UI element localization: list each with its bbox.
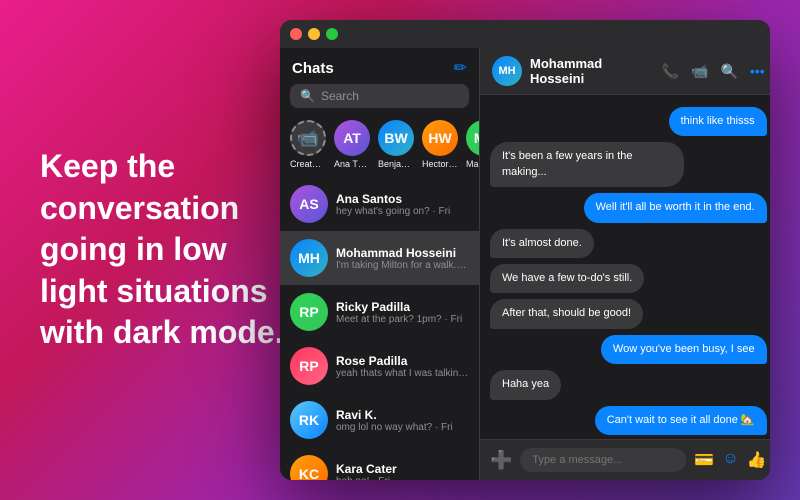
- chat-avatar-ricky: RP: [290, 293, 328, 331]
- chat-info-ricky: Ricky Padilla Meet at the park? 1pm? · F…: [336, 300, 469, 325]
- minimize-button[interactable]: [308, 28, 320, 40]
- chat-item-mohammad[interactable]: MH Mohammad Hosseini I'm taking Milton f…: [280, 231, 479, 285]
- chat-name-ricky: Ricky Padilla: [336, 300, 469, 314]
- message-7: Wow you've been busy, I see: [601, 335, 767, 364]
- story-label-hector: Hector Wilson: [422, 159, 458, 169]
- main-content: Chats ✏ 🔍 Search 📹 Create Room AT Ana T: [280, 48, 770, 480]
- create-room-avatar: 📹: [290, 120, 326, 156]
- chat-preview-kara: heh no! · Fri: [336, 476, 469, 481]
- compose-icon[interactable]: ✏: [454, 58, 467, 78]
- chat-header-actions: 📞 📹 🔍 •••: [662, 63, 765, 80]
- stories-row: 📹 Create Room AT Ana Thomas BW Benjamin …: [280, 116, 479, 177]
- chat-item-rose[interactable]: RP Rose Padilla yeah thats what I was ta…: [280, 339, 479, 393]
- story-avatar-hector: HW: [422, 120, 458, 156]
- story-hector[interactable]: HW Hector Wilson: [422, 120, 458, 169]
- video-icon: 📹: [297, 128, 319, 149]
- input-right-icons: 💳 ☺ 👍: [694, 450, 766, 470]
- more-options-icon[interactable]: •••: [750, 63, 765, 79]
- chat-item-ravi[interactable]: RK Ravi K. omg lol no way what? · Fri: [280, 393, 479, 447]
- emoji-icon[interactable]: ☺: [722, 450, 738, 470]
- message-2: It's been a few years in the making...: [490, 142, 684, 187]
- message-1: think like thisss: [669, 107, 767, 136]
- story-create-room[interactable]: 📹 Create Room: [290, 120, 326, 169]
- sidebar-title: Chats: [292, 60, 334, 77]
- contact-name: Mohammad Hosseini: [530, 56, 654, 86]
- sidebar-header: Chats ✏: [280, 48, 479, 84]
- story-label-ana: Ana Thomas: [334, 159, 370, 169]
- like-icon[interactable]: 👍: [747, 450, 767, 470]
- search-chat-icon[interactable]: 🔍: [720, 63, 737, 80]
- chat-preview-mohammad: I'm taking Milton for a walk... · Fri: [336, 260, 469, 271]
- story-benjamin[interactable]: BW Benjamin Watson: [378, 120, 414, 169]
- search-icon: 🔍: [300, 89, 315, 103]
- chat-avatar-mohammad: MH: [290, 239, 328, 277]
- chat-preview-ravi: omg lol no way what? · Fri: [336, 422, 469, 433]
- chat-item-ana-santos[interactable]: AS Ana Santos hey what's going on? · Fri: [280, 177, 479, 231]
- chat-avatar-kara: KC: [290, 455, 328, 480]
- message-9: Can't wait to see it all done 🏡: [595, 406, 767, 435]
- hero-text: Keep the conversation going in low light…: [40, 146, 300, 354]
- message-8: Haha yea: [490, 370, 561, 399]
- chat-name-mohammad: Mohammad Hosseini: [336, 246, 469, 260]
- chat-avatar-rose: RP: [290, 347, 328, 385]
- chat-preview-rose: yeah thats what I was talking a... · Fri: [336, 368, 469, 379]
- chat-name-rose: Rose Padilla: [336, 354, 469, 368]
- create-room-label: Create Room: [290, 159, 326, 169]
- chat-info-ana-santos: Ana Santos hey what's going on? · Fri: [336, 192, 469, 217]
- payment-icon[interactable]: 💳: [694, 450, 714, 470]
- story-avatar-ana: AT: [334, 120, 370, 156]
- chat-preview-ricky: Meet at the park? 1pm? · Fri: [336, 314, 469, 325]
- message-input[interactable]: [520, 448, 686, 472]
- story-avatar-mari: MT: [466, 120, 479, 156]
- chat-name-ravi: Ravi K.: [336, 408, 469, 422]
- sidebar: Chats ✏ 🔍 Search 📹 Create Room AT Ana T: [280, 48, 480, 480]
- messages-container: think like thisss It's been a few years …: [480, 95, 770, 439]
- chat-area: MH Mohammad Hosseini 📞 📹 🔍 ••• think lik…: [480, 48, 770, 480]
- maximize-button[interactable]: [326, 28, 338, 40]
- chat-info-mohammad: Mohammad Hosseini I'm taking Milton for …: [336, 246, 469, 271]
- chat-header: MH Mohammad Hosseini 📞 📹 🔍 •••: [480, 48, 770, 95]
- story-label-benjamin: Benjamin Watson: [378, 159, 414, 169]
- message-5: We have a few to-do's still.: [490, 264, 644, 293]
- app-window: Chats ✏ 🔍 Search 📹 Create Room AT Ana T: [280, 20, 770, 480]
- close-button[interactable]: [290, 28, 302, 40]
- phone-icon[interactable]: 📞: [662, 63, 679, 80]
- left-panel: Keep the conversation going in low light…: [40, 146, 300, 354]
- chat-avatar-ravi: RK: [290, 401, 328, 439]
- chat-item-ricky[interactable]: RP Ricky Padilla Meet at the park? 1pm? …: [280, 285, 479, 339]
- chat-list: AS Ana Santos hey what's going on? · Fri…: [280, 177, 479, 480]
- chat-info-kara: Kara Cater heh no! · Fri: [336, 462, 469, 481]
- chat-avatar-ana-santos: AS: [290, 185, 328, 223]
- contact-avatar: MH: [492, 56, 522, 86]
- chat-preview-ana-santos: hey what's going on? · Fri: [336, 206, 469, 217]
- message-4: It's almost done.: [490, 229, 594, 258]
- message-6: After that, should be good!: [490, 299, 643, 328]
- story-ana[interactable]: AT Ana Thomas: [334, 120, 370, 169]
- title-bar: [280, 20, 770, 48]
- add-icon[interactable]: ➕: [490, 450, 512, 471]
- message-3: Well it'll all be worth it in the end.: [584, 193, 767, 222]
- chat-item-kara[interactable]: KC Kara Cater heh no! · Fri: [280, 447, 479, 480]
- video-call-icon[interactable]: 📹: [691, 63, 708, 80]
- chat-name-kara: Kara Cater: [336, 462, 469, 476]
- input-area: ➕ 💳 ☺ 👍: [480, 439, 770, 480]
- search-bar[interactable]: 🔍 Search: [290, 84, 469, 108]
- chat-info-ravi: Ravi K. omg lol no way what? · Fri: [336, 408, 469, 433]
- story-mari[interactable]: MT Mari Torre: [466, 120, 479, 169]
- story-label-mari: Mari Torre: [466, 159, 479, 169]
- story-avatar-benjamin: BW: [378, 120, 414, 156]
- chat-info-rose: Rose Padilla yeah thats what I was talki…: [336, 354, 469, 379]
- chat-name-ana-santos: Ana Santos: [336, 192, 469, 206]
- search-placeholder: Search: [321, 89, 359, 103]
